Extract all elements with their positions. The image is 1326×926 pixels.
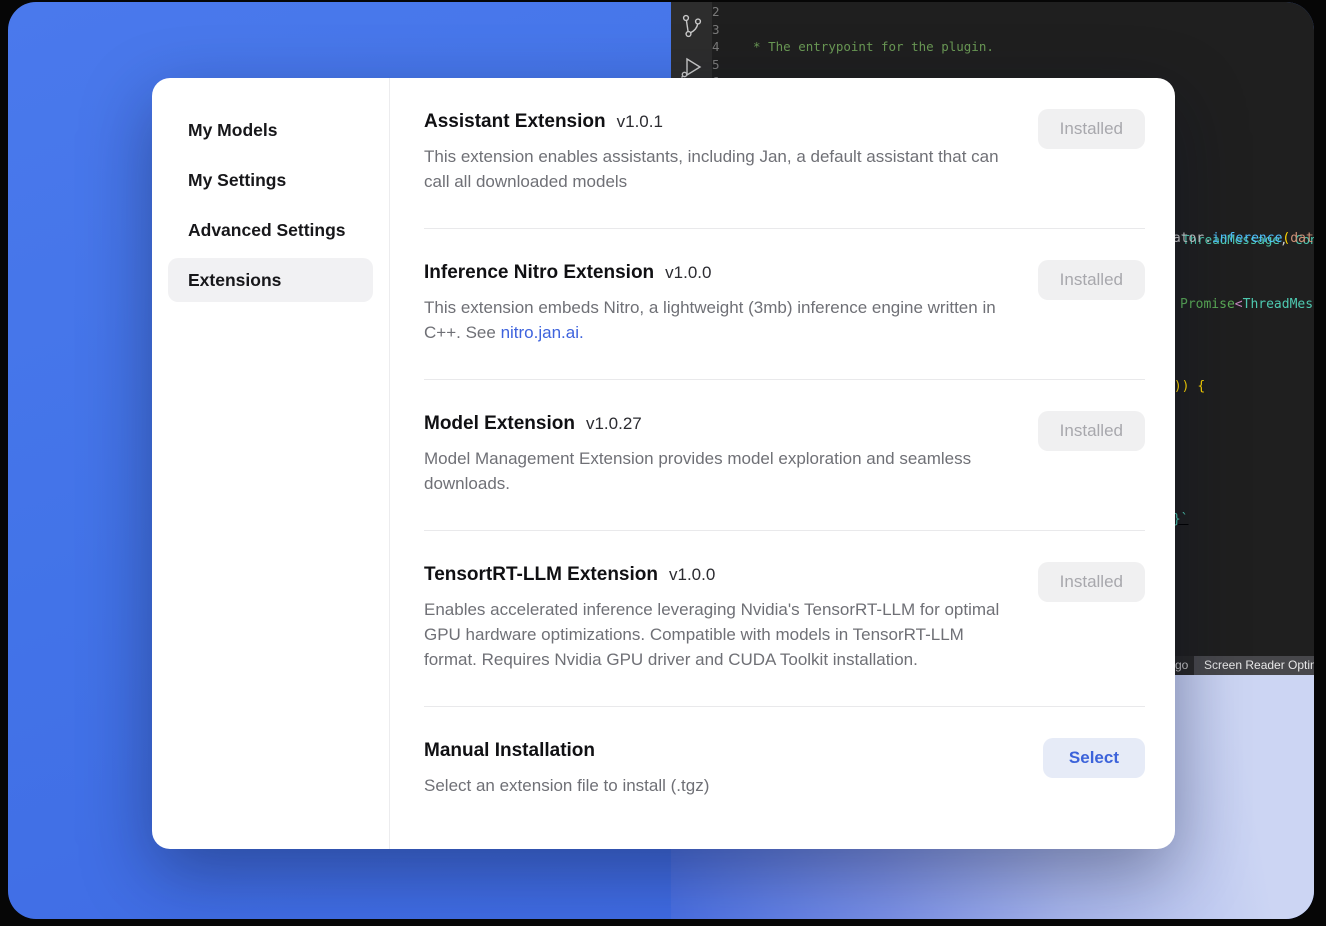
sidebar-item-advanced-settings[interactable]: Advanced Settings <box>168 208 373 252</box>
extension-title: Inference Nitro Extension <box>424 260 654 286</box>
extension-row-assistant: Assistant Extension v1.0.1 This extensio… <box>424 78 1145 229</box>
extension-version: v1.0.0 <box>669 562 715 588</box>
line-number: 3 <box>712 21 720 39</box>
extension-title: Model Extension <box>424 411 575 437</box>
code-fragment: Promise<ThreadMessage> <box>1180 297 1314 312</box>
line-number: 2 <box>712 3 720 21</box>
extension-version: v1.0.1 <box>617 109 663 135</box>
select-file-button[interactable]: Select <box>1043 738 1145 778</box>
installed-button[interactable]: Installed <box>1038 109 1145 149</box>
code-fragment: rator.inference(data)); <box>1165 231 1314 246</box>
comment-text: * The entrypoint for the plugin. <box>746 39 994 54</box>
extension-title: Manual Installation <box>424 738 595 764</box>
extension-description: Enables accelerated inference leveraging… <box>424 597 1009 672</box>
extension-version: v1.0.0 <box>665 260 711 286</box>
extension-description: This extension embeds Nitro, a lightweig… <box>424 295 1009 345</box>
installed-button[interactable]: Installed <box>1038 260 1145 300</box>
extension-description: This extension enables assistants, inclu… <box>424 144 1009 194</box>
extension-description: Model Management Extension provides mode… <box>424 446 1009 496</box>
sidebar-item-my-settings[interactable]: My Settings <box>168 158 373 202</box>
extension-row-nitro: Inference Nitro Extension v1.0.0 This ex… <box>424 229 1145 380</box>
screen-reader-status-item[interactable]: Screen Reader Optimize <box>1194 656 1314 675</box>
source-control-icon[interactable] <box>680 13 704 39</box>
installed-button[interactable]: Installed <box>1038 411 1145 451</box>
sidebar-item-my-models[interactable]: My Models <box>168 108 373 152</box>
code-line: * The entrypoint for the plugin. <box>746 38 1314 56</box>
extension-version: v1.0.27 <box>586 411 642 437</box>
installed-button[interactable]: Installed <box>1038 562 1145 602</box>
extension-title: Assistant Extension <box>424 109 606 135</box>
extension-title: TensortRT-LLM Extension <box>424 562 658 588</box>
extensions-list: Assistant Extension v1.0.1 This extensio… <box>390 78 1175 849</box>
run-debug-icon[interactable] <box>679 56 705 80</box>
status-text-fragment: go <box>1175 656 1188 675</box>
settings-card: My Models My Settings Advanced Settings … <box>152 78 1175 849</box>
extension-description: Select an extension file to install (.tg… <box>424 773 709 798</box>
extension-row-model: Model Extension v1.0.27 Model Management… <box>424 380 1145 531</box>
line-number: 5 <box>712 56 720 74</box>
extension-row-manual-install: Manual Installation Select an extension … <box>424 707 1145 824</box>
extension-row-tensorrt: TensortRT-LLM Extension v1.0.0 Enables a… <box>424 531 1145 707</box>
sidebar-item-extensions[interactable]: Extensions <box>168 258 373 302</box>
nitro-jan-ai-link[interactable]: nitro.jan.ai. <box>501 323 584 342</box>
settings-sidebar: My Models My Settings Advanced Settings … <box>152 78 390 849</box>
line-number: 4 <box>712 38 720 56</box>
hero-canvas: 2 3 4 5 6 * The entrypoint for the plugi… <box>8 2 1314 919</box>
